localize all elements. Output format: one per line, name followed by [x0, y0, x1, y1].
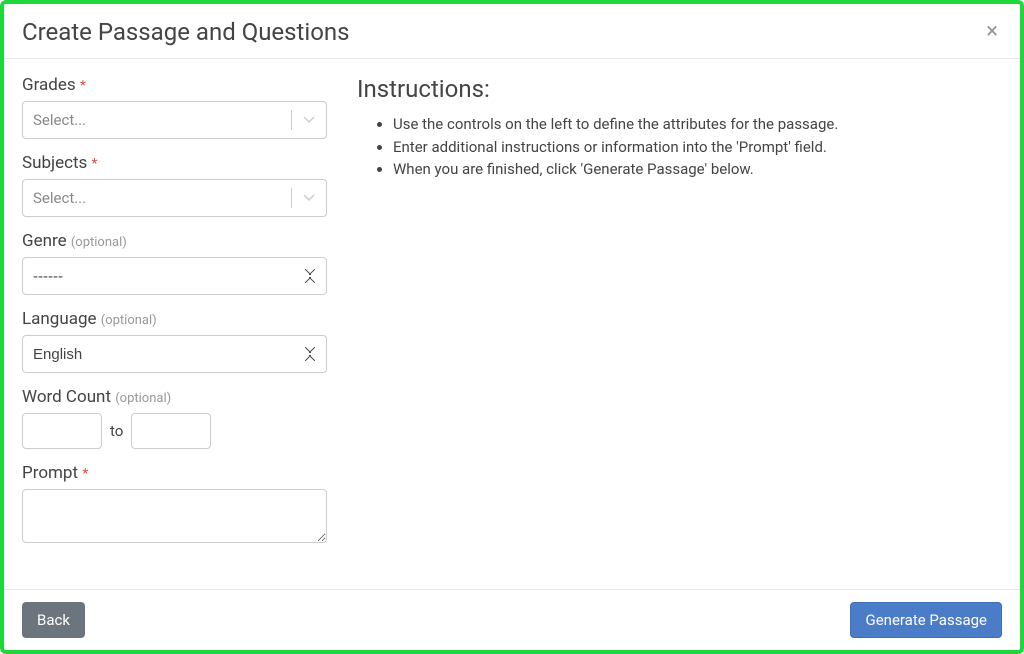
- chevron-down-icon: [292, 194, 326, 202]
- list-item: When you are finished, click 'Generate P…: [393, 158, 1002, 181]
- word-count-max-input[interactable]: [131, 413, 211, 449]
- language-select-wrap: English: [22, 335, 327, 373]
- list-item: Use the controls on the left to define t…: [393, 113, 1002, 136]
- grades-group: Grades * Select...: [22, 75, 327, 139]
- required-mark: *: [82, 466, 88, 482]
- grades-label: Grades *: [22, 75, 327, 95]
- optional-text: (optional): [101, 313, 157, 328]
- genre-label-text: Genre: [22, 231, 67, 251]
- prompt-group: Prompt *: [22, 463, 327, 547]
- modal-footer: Back Generate Passage: [4, 589, 1020, 650]
- subjects-label-text: Subjects: [22, 153, 87, 173]
- optional-text: (optional): [115, 391, 171, 406]
- generate-passage-button[interactable]: Generate Passage: [850, 602, 1002, 638]
- genre-select-wrap: ------: [22, 257, 327, 295]
- required-mark: *: [80, 78, 86, 94]
- word-count-group: Word Count (optional) to: [22, 387, 327, 449]
- language-select[interactable]: English: [22, 335, 327, 373]
- close-icon[interactable]: ×: [982, 21, 1002, 43]
- chevron-down-icon: [292, 116, 326, 124]
- list-item: Enter additional instructions or informa…: [393, 136, 1002, 159]
- optional-text: (optional): [71, 235, 127, 250]
- modal-body-wrap: Grades * Select... Subjects *: [4, 59, 1020, 589]
- form-column: Grades * Select... Subjects *: [22, 75, 327, 571]
- prompt-textarea[interactable]: [22, 489, 327, 543]
- modal-body: Grades * Select... Subjects *: [4, 59, 1020, 589]
- modal-header: Create Passage and Questions ×: [4, 4, 1020, 59]
- word-count-row: to: [22, 413, 327, 449]
- instructions-column: Instructions: Use the controls on the le…: [357, 75, 1002, 571]
- instructions-list: Use the controls on the left to define t…: [357, 113, 1002, 181]
- word-count-min-input[interactable]: [22, 413, 102, 449]
- word-count-label-text: Word Count: [22, 387, 111, 407]
- genre-group: Genre (optional) ------: [22, 231, 327, 295]
- back-button[interactable]: Back: [22, 602, 85, 638]
- language-label-text: Language: [22, 309, 97, 329]
- subjects-label: Subjects *: [22, 153, 327, 173]
- prompt-label-text: Prompt: [22, 463, 78, 483]
- language-group: Language (optional) English: [22, 309, 327, 373]
- word-count-to: to: [110, 422, 123, 440]
- genre-label: Genre (optional): [22, 231, 327, 251]
- grades-placeholder: Select...: [23, 111, 291, 129]
- language-label: Language (optional): [22, 309, 327, 329]
- subjects-group: Subjects * Select...: [22, 153, 327, 217]
- subjects-select[interactable]: Select...: [22, 179, 327, 217]
- required-mark: *: [92, 156, 98, 172]
- genre-select[interactable]: ------: [22, 257, 327, 295]
- grades-label-text: Grades: [22, 75, 76, 95]
- subjects-placeholder: Select...: [23, 189, 291, 207]
- prompt-label: Prompt *: [22, 463, 327, 483]
- grades-select[interactable]: Select...: [22, 101, 327, 139]
- instructions-title: Instructions:: [357, 75, 1002, 103]
- modal-frame: Create Passage and Questions × Grades * …: [0, 0, 1024, 654]
- word-count-label: Word Count (optional): [22, 387, 327, 407]
- modal-title: Create Passage and Questions: [22, 18, 350, 46]
